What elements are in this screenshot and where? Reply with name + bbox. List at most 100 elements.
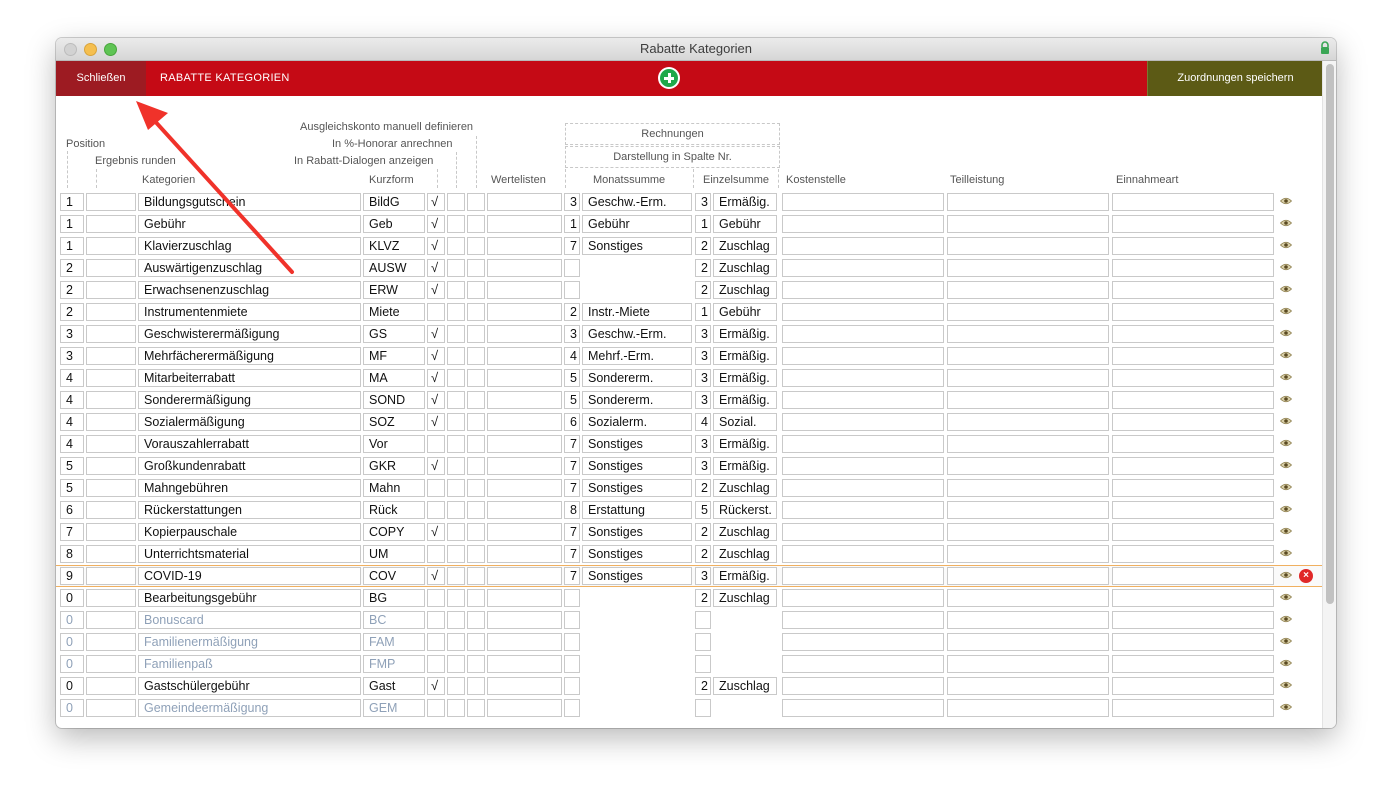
dialog-checkbox[interactable]	[467, 281, 485, 299]
fee-checkbox[interactable]	[447, 699, 465, 717]
table-row[interactable]: 4 Mitarbeiterrabatt MA √ 5 Sondererm. 3 Ermäßig…	[56, 367, 1322, 389]
category-field[interactable]: Mitarbeiterrabatt	[138, 369, 361, 387]
cost-center-field[interactable]	[782, 259, 944, 277]
monthly-column-number[interactable]	[564, 699, 580, 717]
short-form-field[interactable]: AUSW	[363, 259, 425, 277]
value-list-field[interactable]	[487, 435, 562, 453]
dialog-checkbox[interactable]	[467, 325, 485, 343]
short-form-field[interactable]: UM	[363, 545, 425, 563]
table-row[interactable]: 5 Mahngebühren Mahn 7 Sonstiges 2 Zuschlag	[56, 477, 1322, 499]
dialog-checkbox[interactable]	[467, 501, 485, 519]
monthly-column-number[interactable]: 6	[564, 413, 580, 431]
fee-checkbox[interactable]	[447, 215, 465, 233]
value-list-field[interactable]	[487, 215, 562, 233]
round-field[interactable]	[86, 545, 136, 563]
monthly-column-number[interactable]: 7	[564, 523, 580, 541]
position-field[interactable]: 0	[60, 677, 84, 695]
fee-checkbox[interactable]	[447, 347, 465, 365]
monthly-column-label[interactable]: Sonstiges	[582, 435, 692, 453]
single-column-label[interactable]: Zuschlag	[713, 545, 777, 563]
monthly-column-number[interactable]: 7	[564, 435, 580, 453]
revenue-type-field[interactable]	[1112, 259, 1274, 277]
dialog-checkbox[interactable]	[467, 633, 485, 651]
single-column-number[interactable]: 3	[695, 193, 711, 211]
value-list-field[interactable]	[487, 457, 562, 475]
table-row[interactable]: 4 Vorauszahlerrabatt Vor 7 Sonstiges 3 Ermäßig…	[56, 433, 1322, 455]
cost-center-field[interactable]	[782, 413, 944, 431]
revenue-type-field[interactable]	[1112, 545, 1274, 563]
single-column-label[interactable]: Gebühr	[713, 303, 777, 321]
position-field[interactable]: 0	[60, 633, 84, 651]
cost-center-field[interactable]	[782, 391, 944, 409]
monthly-column-number[interactable]: 2	[564, 303, 580, 321]
position-field[interactable]: 4	[60, 391, 84, 409]
single-column-number[interactable]: 4	[695, 413, 711, 431]
single-column-number[interactable]: 3	[695, 347, 711, 365]
eye-icon[interactable]	[1280, 637, 1292, 645]
table-row[interactable]: 0 Bearbeitungsgebühr BG 2 Zuschlag	[56, 587, 1322, 609]
cost-center-field[interactable]	[782, 347, 944, 365]
short-form-field[interactable]: FAM	[363, 633, 425, 651]
category-field[interactable]: Unterrichtsmaterial	[138, 545, 361, 563]
revenue-type-field[interactable]	[1112, 435, 1274, 453]
eye-icon[interactable]	[1280, 329, 1292, 337]
round-field[interactable]	[86, 281, 136, 299]
fee-checkbox[interactable]	[447, 501, 465, 519]
short-form-field[interactable]: Vor	[363, 435, 425, 453]
sub-service-field[interactable]	[947, 325, 1109, 343]
short-form-field[interactable]: BG	[363, 589, 425, 607]
single-column-number[interactable]: 2	[695, 677, 711, 695]
fee-checkbox[interactable]	[447, 457, 465, 475]
account-checkbox[interactable]: √	[427, 215, 445, 233]
eye-icon[interactable]	[1280, 263, 1292, 271]
single-column-number[interactable]: 3	[695, 325, 711, 343]
cost-center-field[interactable]	[782, 369, 944, 387]
round-field[interactable]	[86, 237, 136, 255]
dialog-checkbox[interactable]	[467, 369, 485, 387]
single-column-number[interactable]: 3	[695, 567, 711, 585]
account-checkbox[interactable]: √	[427, 281, 445, 299]
single-column-label[interactable]: Ermäßig.	[713, 193, 777, 211]
monthly-column-number[interactable]	[564, 611, 580, 629]
monthly-column-number[interactable]: 1	[564, 215, 580, 233]
category-field[interactable]: Instrumentenmiete	[138, 303, 361, 321]
sub-service-field[interactable]	[947, 303, 1109, 321]
monthly-column-number[interactable]	[564, 589, 580, 607]
account-checkbox[interactable]: √	[427, 567, 445, 585]
monthly-column-number[interactable]: 3	[564, 325, 580, 343]
eye-icon[interactable]	[1280, 241, 1292, 249]
account-checkbox[interactable]: √	[427, 237, 445, 255]
fee-checkbox[interactable]	[447, 633, 465, 651]
single-column-number[interactable]: 2	[695, 259, 711, 277]
table-row[interactable]: 2 Auswärtigenzuschlag AUSW √ 2 Zuschlag	[56, 257, 1322, 279]
dialog-checkbox[interactable]	[467, 435, 485, 453]
monthly-column-number[interactable]: 7	[564, 545, 580, 563]
round-field[interactable]	[86, 567, 136, 585]
single-column-number[interactable]: 1	[695, 303, 711, 321]
value-list-field[interactable]	[487, 501, 562, 519]
sub-service-field[interactable]	[947, 457, 1109, 475]
position-field[interactable]: 4	[60, 435, 84, 453]
table-row[interactable]: 0 Familienpaß FMP	[56, 653, 1322, 675]
monthly-column-label[interactable]: Instr.-Miete	[582, 303, 692, 321]
monthly-column-number[interactable]	[564, 677, 580, 695]
value-list-field[interactable]	[487, 281, 562, 299]
round-field[interactable]	[86, 325, 136, 343]
account-checkbox[interactable]	[427, 545, 445, 563]
monthly-column-label[interactable]: Sonstiges	[582, 237, 692, 255]
revenue-type-field[interactable]	[1112, 699, 1274, 717]
position-field[interactable]: 3	[60, 325, 84, 343]
dialog-checkbox[interactable]	[467, 215, 485, 233]
cost-center-field[interactable]	[782, 457, 944, 475]
monthly-column-label[interactable]: Sondererm.	[582, 391, 692, 409]
scrollbar-thumb[interactable]	[1326, 64, 1334, 604]
position-field[interactable]: 6	[60, 501, 84, 519]
sub-service-field[interactable]	[947, 677, 1109, 695]
dialog-checkbox[interactable]	[467, 391, 485, 409]
category-field[interactable]: COVID-19	[138, 567, 361, 585]
sub-service-field[interactable]	[947, 369, 1109, 387]
single-column-label[interactable]: Zuschlag	[713, 589, 777, 607]
short-form-field[interactable]: GEM	[363, 699, 425, 717]
sub-service-field[interactable]	[947, 611, 1109, 629]
short-form-field[interactable]: Mahn	[363, 479, 425, 497]
